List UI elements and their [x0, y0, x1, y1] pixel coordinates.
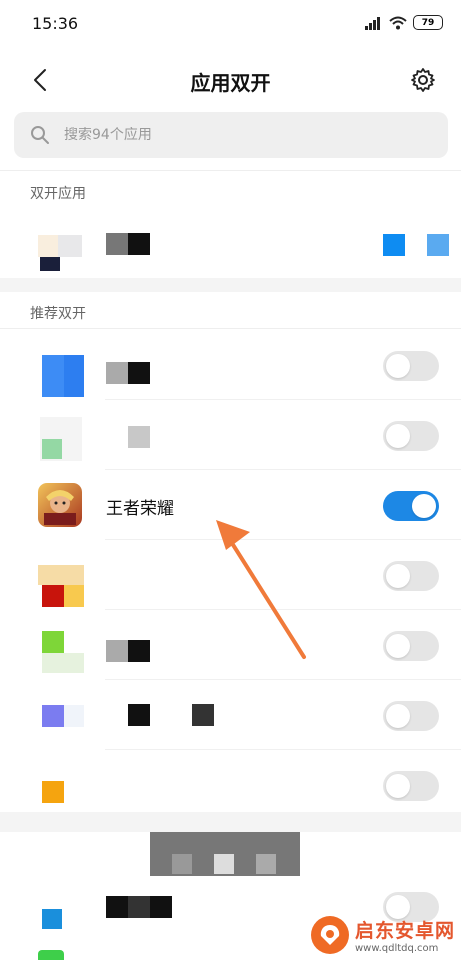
annotation-arrow — [216, 520, 306, 659]
watermark: 启东安卓网 www.qdltdq.com — [310, 916, 455, 954]
watermark-title: 启东安卓网 — [354, 920, 455, 942]
watermark-url: www.qdltdq.com — [354, 943, 439, 954]
watermark-logo-icon — [310, 916, 349, 954]
watermark-text: 启东安卓网 www.qdltdq.com — [355, 916, 455, 954]
